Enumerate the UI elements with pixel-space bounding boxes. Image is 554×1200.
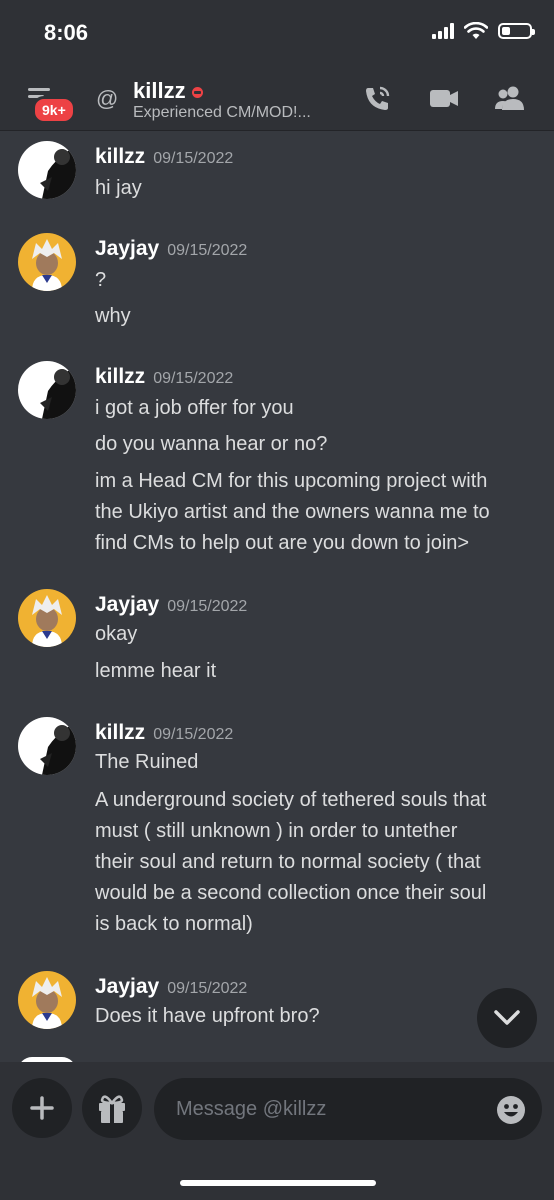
gift-button[interactable]: [82, 1078, 142, 1138]
video-icon[interactable]: [428, 84, 460, 112]
message-text: lemme hear it: [95, 660, 217, 682]
message-text: Does it have upfront bro?: [95, 1005, 320, 1027]
message-timestamp: 09/15/2022: [167, 598, 248, 615]
message-author[interactable]: killzz 09/15/2022: [95, 721, 233, 745]
avatar-jayjay[interactable]: [18, 589, 76, 647]
cellular-signal-icon: [432, 23, 454, 39]
menu-button[interactable]: 9k+: [22, 82, 78, 124]
message-text: ?: [95, 269, 107, 291]
message-text: okay: [95, 623, 138, 645]
call-icon[interactable]: [362, 84, 394, 112]
message-text: find CMs to help out are you down to joi…: [95, 532, 470, 554]
scroll-to-bottom-button[interactable]: [477, 988, 537, 1048]
status-icons: [432, 22, 535, 40]
dm-title[interactable]: killzz: [133, 78, 203, 104]
message-text: do you wanna hear or no?: [95, 433, 328, 455]
menu-icon: [28, 88, 50, 91]
message-text: their soul and return to normal society …: [95, 851, 481, 873]
message-input[interactable]: [154, 1078, 542, 1140]
message-timestamp: 09/15/2022: [153, 726, 234, 743]
avatar-jayjay[interactable]: [18, 233, 76, 291]
channel-header: 9k+ @ killzz Experienced CM/MOD!...: [0, 66, 554, 131]
message-timestamp: 09/15/2022: [153, 150, 234, 167]
message-timestamp: 09/15/2022: [167, 242, 248, 259]
avatar-jayjay[interactable]: [18, 971, 76, 1029]
message-text: im a Head CM for this upcoming project w…: [95, 470, 488, 492]
wifi-icon: [464, 22, 488, 39]
message-text: must ( still unknown ) in order to untet…: [95, 820, 458, 842]
emoji-icon[interactable]: [496, 1095, 526, 1125]
attach-button[interactable]: [12, 1078, 72, 1138]
dm-username: killzz: [133, 78, 186, 103]
message-author[interactable]: Jayjay 09/15/2022: [95, 593, 247, 617]
message-author[interactable]: Jayjay 09/15/2022: [95, 237, 247, 261]
plus-icon: [30, 1096, 54, 1120]
status-time: 8:06: [44, 20, 89, 45]
gift-icon: [99, 1095, 125, 1123]
home-indicator[interactable]: [180, 1180, 376, 1186]
message-author[interactable]: Jayjay 09/15/2022: [95, 975, 247, 999]
avatar-killzz[interactable]: [18, 361, 76, 419]
battery-icon: [498, 23, 535, 39]
avatar-killzz[interactable]: [18, 141, 76, 199]
message-author[interactable]: killzz 09/15/2022: [95, 365, 233, 389]
message-timestamp: 09/15/2022: [153, 370, 234, 387]
avatar-killzz[interactable]: [18, 717, 76, 775]
message-text: i got a job offer for you: [95, 397, 294, 419]
members-icon[interactable]: [494, 84, 526, 112]
message-text: the Ukiyo artist and the owners wanna me…: [95, 501, 490, 523]
message-timestamp: 09/15/2022: [167, 980, 248, 997]
at-symbol-icon: @: [96, 86, 119, 111]
unread-badge: 9k+: [32, 96, 76, 124]
dm-subtitle: Experienced CM/MOD!...: [133, 104, 311, 121]
message-list[interactable]: killzz 09/15/2022 hi jay Jayjay 09/15/2022…: [0, 131, 554, 1071]
message-text: why: [95, 305, 131, 327]
message-text: A underground society of tethered souls …: [95, 789, 487, 811]
message-text: hi jay: [95, 177, 142, 199]
status-bar: 8:06: [0, 0, 554, 66]
message-author[interactable]: killzz 09/15/2022: [95, 145, 233, 169]
message-text: The Ruined: [95, 751, 199, 773]
message-text: would be a second collection once their …: [95, 882, 487, 904]
dnd-status-icon: [191, 86, 203, 98]
chevron-down-icon: [494, 1010, 520, 1025]
message-text: is back to normal): [95, 913, 253, 935]
